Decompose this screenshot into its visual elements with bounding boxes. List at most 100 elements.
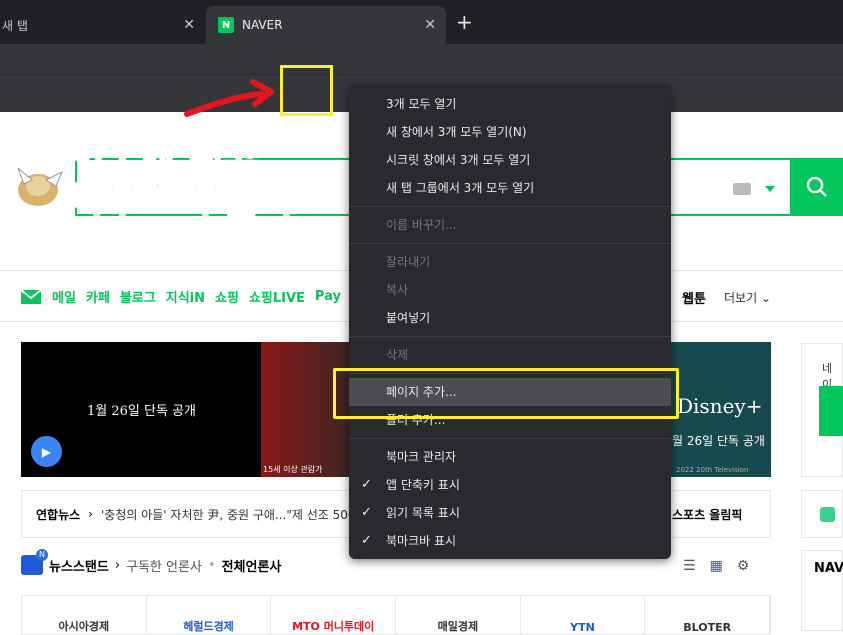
press-logo[interactable]: MTO 머니투데이 xyxy=(271,596,397,634)
press-logo[interactable]: YTN xyxy=(521,596,646,634)
menu-item-label: 새 창에서 3개 모두 열기(N) xyxy=(386,125,527,139)
tab-naver[interactable]: N NAVER ✕ xyxy=(206,6,446,44)
list-view-icon[interactable]: ☰ xyxy=(683,558,696,574)
app-icon[interactable] xyxy=(820,507,835,522)
play-button[interactable]: ▶ xyxy=(31,436,62,467)
menu-item[interactable]: 3개 모두 열기 xyxy=(349,90,671,118)
menu-item-label: 읽기 목록 표시 xyxy=(386,506,460,520)
menu-item[interactable]: 새 탭 그룹에서 3개 모두 열기 xyxy=(349,174,671,202)
annotation-line-2: 마우스 우클릭 xyxy=(69,176,294,222)
new-tab-button[interactable]: + xyxy=(456,12,473,32)
nav-shopping[interactable]: 쇼핑 xyxy=(215,287,239,306)
close-icon[interactable]: ✕ xyxy=(183,17,195,33)
menu-item: 복사 xyxy=(349,276,671,304)
menu-separator xyxy=(349,243,671,244)
chevron-right-icon: › xyxy=(88,507,93,521)
check-icon: ✓ xyxy=(361,477,372,492)
news-headline[interactable]: '충청의 아들' 자처한 尹, 중원 구애..."제 선조 500 xyxy=(101,506,356,523)
menu-item-label: 잘라내기 xyxy=(386,255,431,269)
banner-text: 1월 26일 단독 공개 xyxy=(87,404,196,419)
tab-title: 새 탭 xyxy=(2,18,28,33)
newsstand-icon xyxy=(21,549,48,575)
annotation-text: 이곳에 대고 마우스 우클릭 xyxy=(69,130,294,222)
disney-logo: Disney+ xyxy=(677,394,763,418)
press-grid: 아시아경제 헤럴드경제 MTO 머니투데이 매일경제 YTN BLOTER xyxy=(21,595,771,635)
play-icon: ▶ xyxy=(41,444,52,459)
bookmark-context-menu: 3개 모두 열기새 창에서 3개 모두 열기(N) 시크릿 창에서 3개 모두 열… xyxy=(349,85,671,559)
menu-item-label: 3개 모두 열기 xyxy=(386,97,457,111)
press-logo[interactable]: 매일경제 xyxy=(396,596,521,634)
chevron-down-icon: ⌄ xyxy=(760,291,772,305)
newsstand-title[interactable]: 뉴스스탠드 xyxy=(49,556,109,575)
side-widget xyxy=(801,490,843,538)
chevron-down-icon[interactable] xyxy=(765,186,775,192)
nav-blog[interactable]: 블로그 xyxy=(120,287,156,306)
nav-mail[interactable]: 메일 xyxy=(52,287,76,306)
menu-item-label: 북마크바 표시 xyxy=(386,534,457,548)
keyboard-icon[interactable] xyxy=(733,183,751,195)
menu-item: 이름 바꾸기... xyxy=(349,211,671,239)
press-logo[interactable]: 헤럴드경제 xyxy=(147,596,272,634)
newsstand-tools: ☰ ▦ ⚙ xyxy=(683,558,749,574)
chevron-right-icon: › xyxy=(114,557,121,573)
news-categories[interactable]: 스포츠 올림픽 xyxy=(672,506,742,523)
search-button[interactable] xyxy=(790,160,843,214)
menu-item: 잘라내기 xyxy=(349,248,671,276)
grid-view-icon[interactable]: ▦ xyxy=(710,558,723,574)
mail-icon xyxy=(20,289,42,304)
tab-subscribed[interactable]: 구독한 언론사 xyxy=(126,556,202,575)
nav-more-label: 더보기 xyxy=(724,291,758,305)
annotation-highlight-box xyxy=(280,65,333,116)
annotation-arrow xyxy=(184,79,274,117)
address-toolbar xyxy=(0,44,843,74)
search-icon xyxy=(806,176,827,197)
nav-more-button[interactable]: 더보기 ⌄ xyxy=(724,289,771,306)
menu-separator xyxy=(349,336,671,337)
nav-cafe[interactable]: 카페 xyxy=(86,287,110,306)
close-icon[interactable]: ✕ xyxy=(424,17,436,33)
login-button[interactable] xyxy=(819,386,843,436)
tab-new-tab[interactable]: 새 탭 ✕ xyxy=(0,6,205,44)
nav-kin[interactable]: 지식iN xyxy=(166,287,205,306)
disney-banner[interactable]: Disney+ 월 26일 단독 공개 2022 20th Television xyxy=(670,342,771,477)
press-logo[interactable]: 아시아경제 xyxy=(22,596,147,634)
naver-doodle-logo[interactable] xyxy=(10,158,70,218)
menu-item-label: 삭제 xyxy=(386,348,409,362)
annotation-line-1: 이곳에 대고 xyxy=(69,130,259,176)
menu-item-label: 복사 xyxy=(386,283,409,297)
annotation-highlight-box xyxy=(333,368,679,419)
naver-favicon-icon: N xyxy=(218,17,234,33)
login-panel: 네이 xyxy=(801,343,843,477)
separator-dot: • xyxy=(207,557,216,573)
age-rating: 15세 이상 관람가 xyxy=(263,465,323,474)
banner-footnote: 2022 20th Television xyxy=(676,466,749,474)
menu-item[interactable]: 시크릿 창에서 3개 모두 열기 xyxy=(349,146,671,174)
gear-icon[interactable]: ⚙ xyxy=(737,558,750,574)
menu-item-label: 이름 바꾸기... xyxy=(386,218,457,232)
menu-item: 삭제 xyxy=(349,341,671,369)
newsstand-header: 뉴스스탠드 › 구독한 언론사 • 전체언론사 xyxy=(21,549,282,575)
menu-item[interactable]: 붙여넣기 xyxy=(349,304,671,332)
side-naver-text: NAV xyxy=(814,561,843,576)
nav-webtoon[interactable]: 웹툰 xyxy=(682,288,706,307)
nav-pay[interactable]: Pay xyxy=(315,289,341,304)
menu-item-label: 앱 단축키 표시 xyxy=(386,478,460,492)
side-naver-widget: NAV xyxy=(801,550,843,631)
menu-item[interactable]: ✓ 읽기 목록 표시 xyxy=(349,499,671,527)
menu-item-label: 새 탭 그룹에서 3개 모두 열기 xyxy=(386,181,535,195)
banner-date: 월 26일 단독 공개 xyxy=(672,434,765,448)
menu-item-label: 붙여넣기 xyxy=(386,311,431,325)
menu-separator xyxy=(349,438,671,439)
menu-item[interactable]: ✓ 앱 단축키 표시 xyxy=(349,471,671,499)
menu-item[interactable]: ✓ 북마크바 표시 xyxy=(349,527,671,555)
check-icon: ✓ xyxy=(361,505,372,520)
tab-all-press[interactable]: 전체언론사 xyxy=(222,556,282,575)
nav-shopping-live[interactable]: 쇼핑LIVE xyxy=(249,287,305,306)
tab-title: NAVER xyxy=(242,18,283,32)
menu-item-label: 시크릿 창에서 3개 모두 열기 xyxy=(386,153,531,167)
menu-item[interactable]: 새 창에서 3개 모두 열기(N) xyxy=(349,118,671,146)
menu-item[interactable]: 북마크 관리자 xyxy=(349,443,671,471)
tab-strip: 새 탭 ✕ N NAVER ✕ + xyxy=(0,0,843,44)
press-logo[interactable]: BLOTER xyxy=(645,596,771,634)
news-source[interactable]: 연합뉴스 xyxy=(36,506,80,523)
